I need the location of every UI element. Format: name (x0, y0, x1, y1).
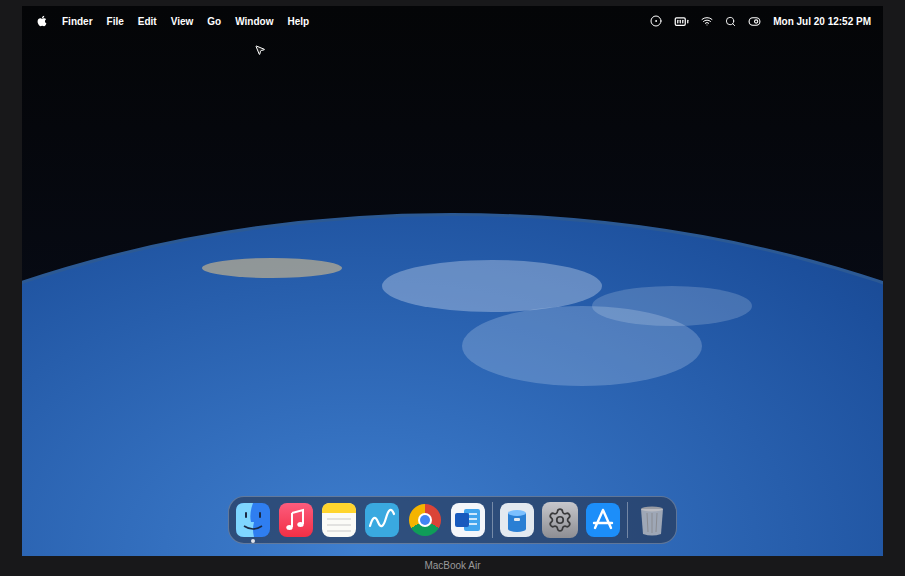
menu-item[interactable]: Edit (138, 14, 157, 29)
freeform-icon[interactable] (364, 502, 400, 538)
running-indicator (251, 539, 255, 543)
word-icon[interactable] (450, 502, 486, 538)
earth-wallpaper (22, 6, 883, 556)
dock-separator (492, 502, 493, 538)
dock-separator (627, 502, 628, 538)
apple-icon[interactable] (36, 15, 48, 27)
notes-icon[interactable] (321, 502, 357, 538)
chrome-icon[interactable] (407, 502, 443, 538)
menu-item[interactable]: View (171, 14, 194, 29)
dock-item[interactable] (585, 502, 621, 538)
bezel-label: MacBook Air (424, 561, 480, 571)
trash-icon[interactable] (634, 502, 670, 538)
menu-item[interactable]: File (107, 14, 124, 29)
desktop: Finder File Edit View Go Window Help Mon Jul 20… (22, 6, 883, 556)
app-store-icon[interactable] (585, 502, 621, 538)
dock-item[interactable] (235, 502, 271, 538)
search-icon[interactable] (725, 16, 736, 27)
dock (228, 496, 677, 544)
photo-frame: Finder File Edit View Go Window Help Mon Jul 20… (0, 0, 905, 576)
dock-item[interactable] (278, 502, 314, 538)
dock-item[interactable] (364, 502, 400, 538)
pointer-icon (254, 44, 266, 56)
dock-item[interactable] (499, 502, 535, 538)
battery-icon[interactable] (674, 14, 689, 29)
dock-item[interactable] (542, 502, 578, 538)
app-menu[interactable]: Finder (62, 14, 93, 29)
menu-bar: Finder File Edit View Go Window Help Mon Jul 20… (22, 6, 883, 36)
dock-item[interactable] (450, 502, 486, 538)
menu-item[interactable]: Window (235, 14, 273, 29)
music-icon[interactable] (278, 502, 314, 538)
finder-icon[interactable] (235, 502, 271, 538)
settings-icon[interactable] (542, 502, 578, 538)
menu-item[interactable]: Help (287, 14, 309, 29)
menu-item[interactable]: Go (207, 14, 221, 29)
focus-icon[interactable] (650, 15, 662, 27)
clock[interactable]: Mon Jul 20 12:52 PM (773, 14, 871, 29)
dock-item[interactable] (407, 502, 443, 538)
dock-item[interactable] (634, 502, 670, 538)
disk-utility-icon[interactable] (499, 502, 535, 538)
bezel-bottom: MacBook Air (22, 556, 883, 576)
control-center-icon[interactable] (748, 15, 761, 28)
dock-item[interactable] (321, 502, 357, 538)
wifi-icon[interactable] (701, 15, 713, 27)
